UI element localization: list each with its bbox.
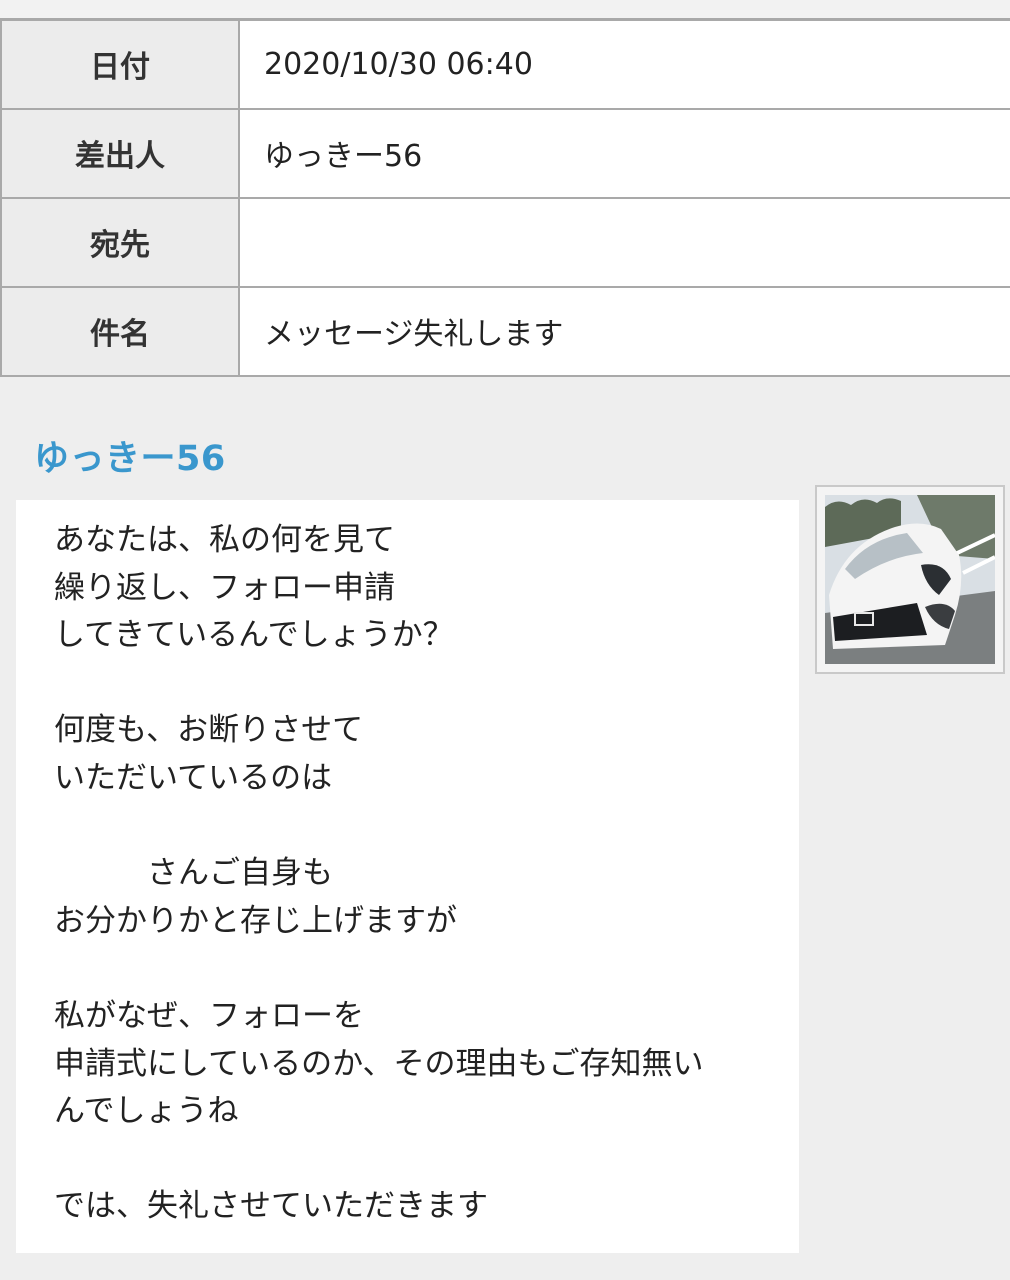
date-label: 日付 [0,18,240,110]
message-line [54,945,799,993]
message-line: 私がなぜ、フォローを [54,997,364,1034]
subject-label: 件名 [0,285,240,377]
message-line: あなたは、私の何を見て [54,522,395,558]
recipient-label: 宛先 [0,196,240,288]
message-line: さんご自身も [54,855,333,892]
top-spacer [0,0,1010,18]
recipient-value [238,196,1010,288]
message-line [54,660,799,708]
sender-row: 差出人 ゆっきー56 [0,107,1010,199]
message-line: いただいているのは [54,759,333,796]
message-line: 申請式にしているのか、その理由もご存知無い [54,1045,704,1082]
subject-value: メッセージ失礼します [238,285,1010,377]
message-line [54,803,799,851]
message-header-table: 日付 2020/10/30 06:40 差出人 ゆっきー56 宛先 件名 メッセ… [0,18,1010,377]
sender-avatar[interactable] [815,485,1005,674]
message-line: してきているんでしょうか？ [54,617,454,654]
message-line: んでしょうね [54,1093,239,1130]
date-value: 2020/10/30 06:40 [238,18,1010,110]
sender-name-link[interactable]: ゆっきー56 [34,430,226,481]
date-row: 日付 2020/10/30 06:40 [0,18,1010,110]
subject-row: 件名 メッセージ失礼します [0,285,1010,377]
sender-label: 差出人 [0,107,240,199]
message-line: 繰り返し、フォロー申請 [54,569,395,606]
recipient-row: 宛先 [0,196,1010,288]
message-line: では、失礼させていただきます [54,1188,488,1225]
message-line [54,1136,799,1184]
message-body: あなたは、私の何を見て 繰り返し、フォロー申請 してきているんでしょうか？ 何度… [16,500,799,1253]
car-photo-icon [825,495,995,664]
message-line: 何度も、お断りさせて [54,712,364,749]
sender-value: ゆっきー56 [238,107,1010,199]
message-line: お分かりかと存じ上げますが [54,902,457,939]
